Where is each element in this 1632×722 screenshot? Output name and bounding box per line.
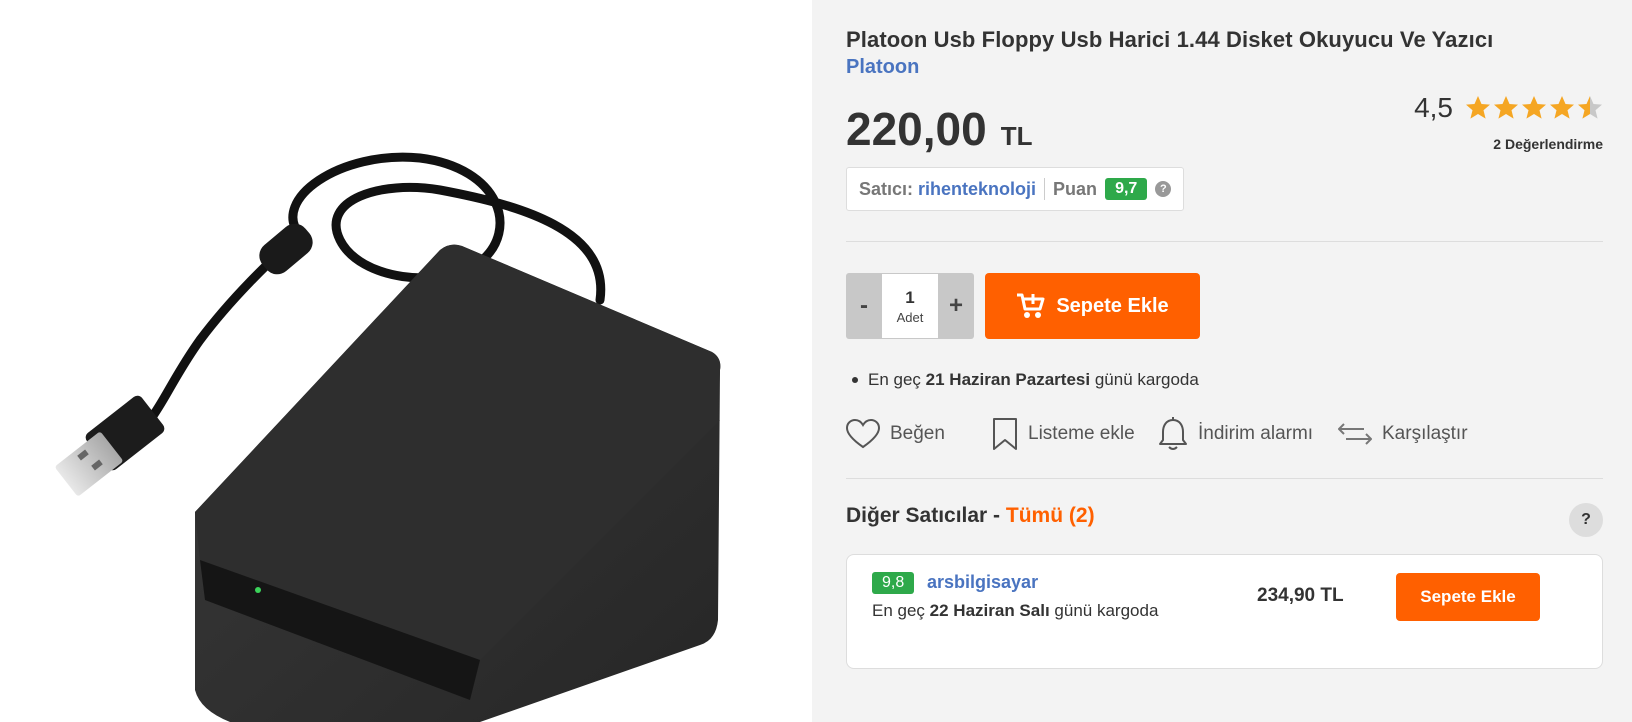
like-label: Beğen [890,423,945,444]
other-sellers-all-link[interactable]: Tümü (2) [1006,504,1095,527]
delivery-suffix: günü kargoda [1094,370,1199,389]
bookmark-icon [993,418,1017,450]
seller-score-label: Puan [1053,178,1098,199]
delivery-date: 21 Haziran Pazartesi [925,370,1091,389]
star-icon [1494,96,1518,119]
product-detail-panel: Platoon Usb Floppy Usb Harici 1.44 Diske… [812,0,1632,722]
other-sellers-heading: Diğer Satıcılar - [846,504,1001,527]
rating[interactable]: 4,5 2 Değerlendirme [1414,92,1603,152]
seller-score-badge: 9,7 [1105,178,1148,200]
quantity-increase-button[interactable]: + [938,273,974,339]
star-icon [1550,96,1574,119]
add-to-cart-label: Sepete Ekle [1056,294,1169,317]
star-icon [1578,96,1602,119]
other-sellers-title: Diğer Satıcılar - Tümü (2) [846,504,1095,528]
help-button[interactable]: ? [1569,503,1603,537]
seller-score-help-icon[interactable]: ? [1155,181,1172,197]
quantity-field[interactable]: 1 Adet [882,273,938,339]
seller-label: Satıcı: [859,178,914,199]
price-alert-button[interactable]: İndirim alarmı [1158,417,1338,451]
cart-icon [1017,293,1045,318]
compare-label: Karşılaştır [1382,423,1468,444]
add-to-cart-button[interactable]: Sepete Ekle [985,273,1200,339]
seller-info: Satıcı: rihenteknoloji Puan 9,7 ? [846,167,1185,211]
product-title: Platoon Usb Floppy Usb Harici 1.44 Diske… [846,27,1494,52]
product-actions: Beğen Listeme ekle İndirim alarmı Karşıl… [846,417,1468,451]
other-seller-delivery-suffix: günü kargoda [1054,601,1159,620]
rating-value: 4,5 [1414,92,1453,123]
quantity-unit: Adet [896,309,924,325]
add-to-list-button[interactable]: Listeme ekle [992,417,1158,451]
divider [846,478,1603,479]
price: 220,00 TL [846,102,1032,156]
product-page: Platoon Usb Floppy Usb Harici 1.44 Diske… [0,0,1632,722]
add-to-list-label: Listeme ekle [1028,423,1135,444]
other-seller-name-link[interactable]: arsbilgisayar [927,572,1038,593]
compare-arrows-icon [1338,423,1372,445]
star-icon [1522,96,1546,119]
seller-name-link[interactable]: rihenteknoloji [918,179,1036,200]
rating-count[interactable]: 2 Değerlendirme [1414,136,1603,152]
quantity-decrease-button[interactable]: - [846,273,882,339]
compare-button[interactable]: Karşılaştır [1338,423,1468,445]
rating-stars [1463,95,1603,121]
other-seller-price: 234,90 TL [1257,585,1344,606]
product-image[interactable] [0,0,812,722]
price-value: 220,00 [846,103,987,155]
delivery-prefix: En geç [868,370,921,389]
brand-link[interactable]: Platoon [846,56,919,79]
quantity-stepper: - 1 Adet + [846,273,974,339]
bell-icon [1159,417,1187,450]
other-seller-delivery-date: 22 Haziran Salı [929,601,1050,620]
other-seller-card: 9,8 arsbilgisayar En geç 22 Haziran Salı… [846,554,1603,669]
quantity-value: 1 [905,287,915,307]
floppy-drive-image [55,152,721,722]
other-seller-delivery-prefix: En geç [872,601,925,620]
star-icon [1466,96,1490,119]
rating-row: 4,5 [1414,92,1603,124]
price-currency: TL [1000,121,1033,151]
divider [846,241,1603,242]
delivery-info: En geç 21 Haziran Pazartesi günü kargoda [852,370,1199,390]
heart-icon [846,419,880,449]
seller-divider [1044,178,1046,200]
like-button[interactable]: Beğen [846,419,992,449]
price-alert-label: İndirim alarmı [1198,423,1314,444]
other-seller-score-badge: 9,8 [872,572,915,594]
other-seller-add-to-cart-button[interactable]: Sepete Ekle [1396,573,1540,621]
other-seller-delivery: En geç 22 Haziran Salı günü kargoda [872,601,1158,621]
bullet-icon [852,377,858,383]
